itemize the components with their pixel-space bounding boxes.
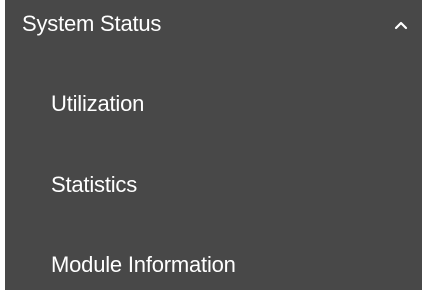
menu-item-label: Module Information [51, 252, 236, 277]
menu-item-utilization[interactable]: Utilization [5, 74, 422, 134]
chevron-up-icon[interactable] [394, 20, 408, 30]
menu-item-module-information[interactable]: Module Information [5, 235, 422, 295]
menu-item-label: Statistics [51, 172, 138, 197]
system-status-header[interactable]: System Status [5, 0, 422, 50]
menu-item-label: Utilization [51, 91, 145, 116]
system-status-title: System Status [22, 11, 162, 36]
menu-item-statistics[interactable]: Statistics [5, 155, 422, 215]
system-status-menu: System Status Utilization Statistics Mod… [5, 0, 422, 290]
